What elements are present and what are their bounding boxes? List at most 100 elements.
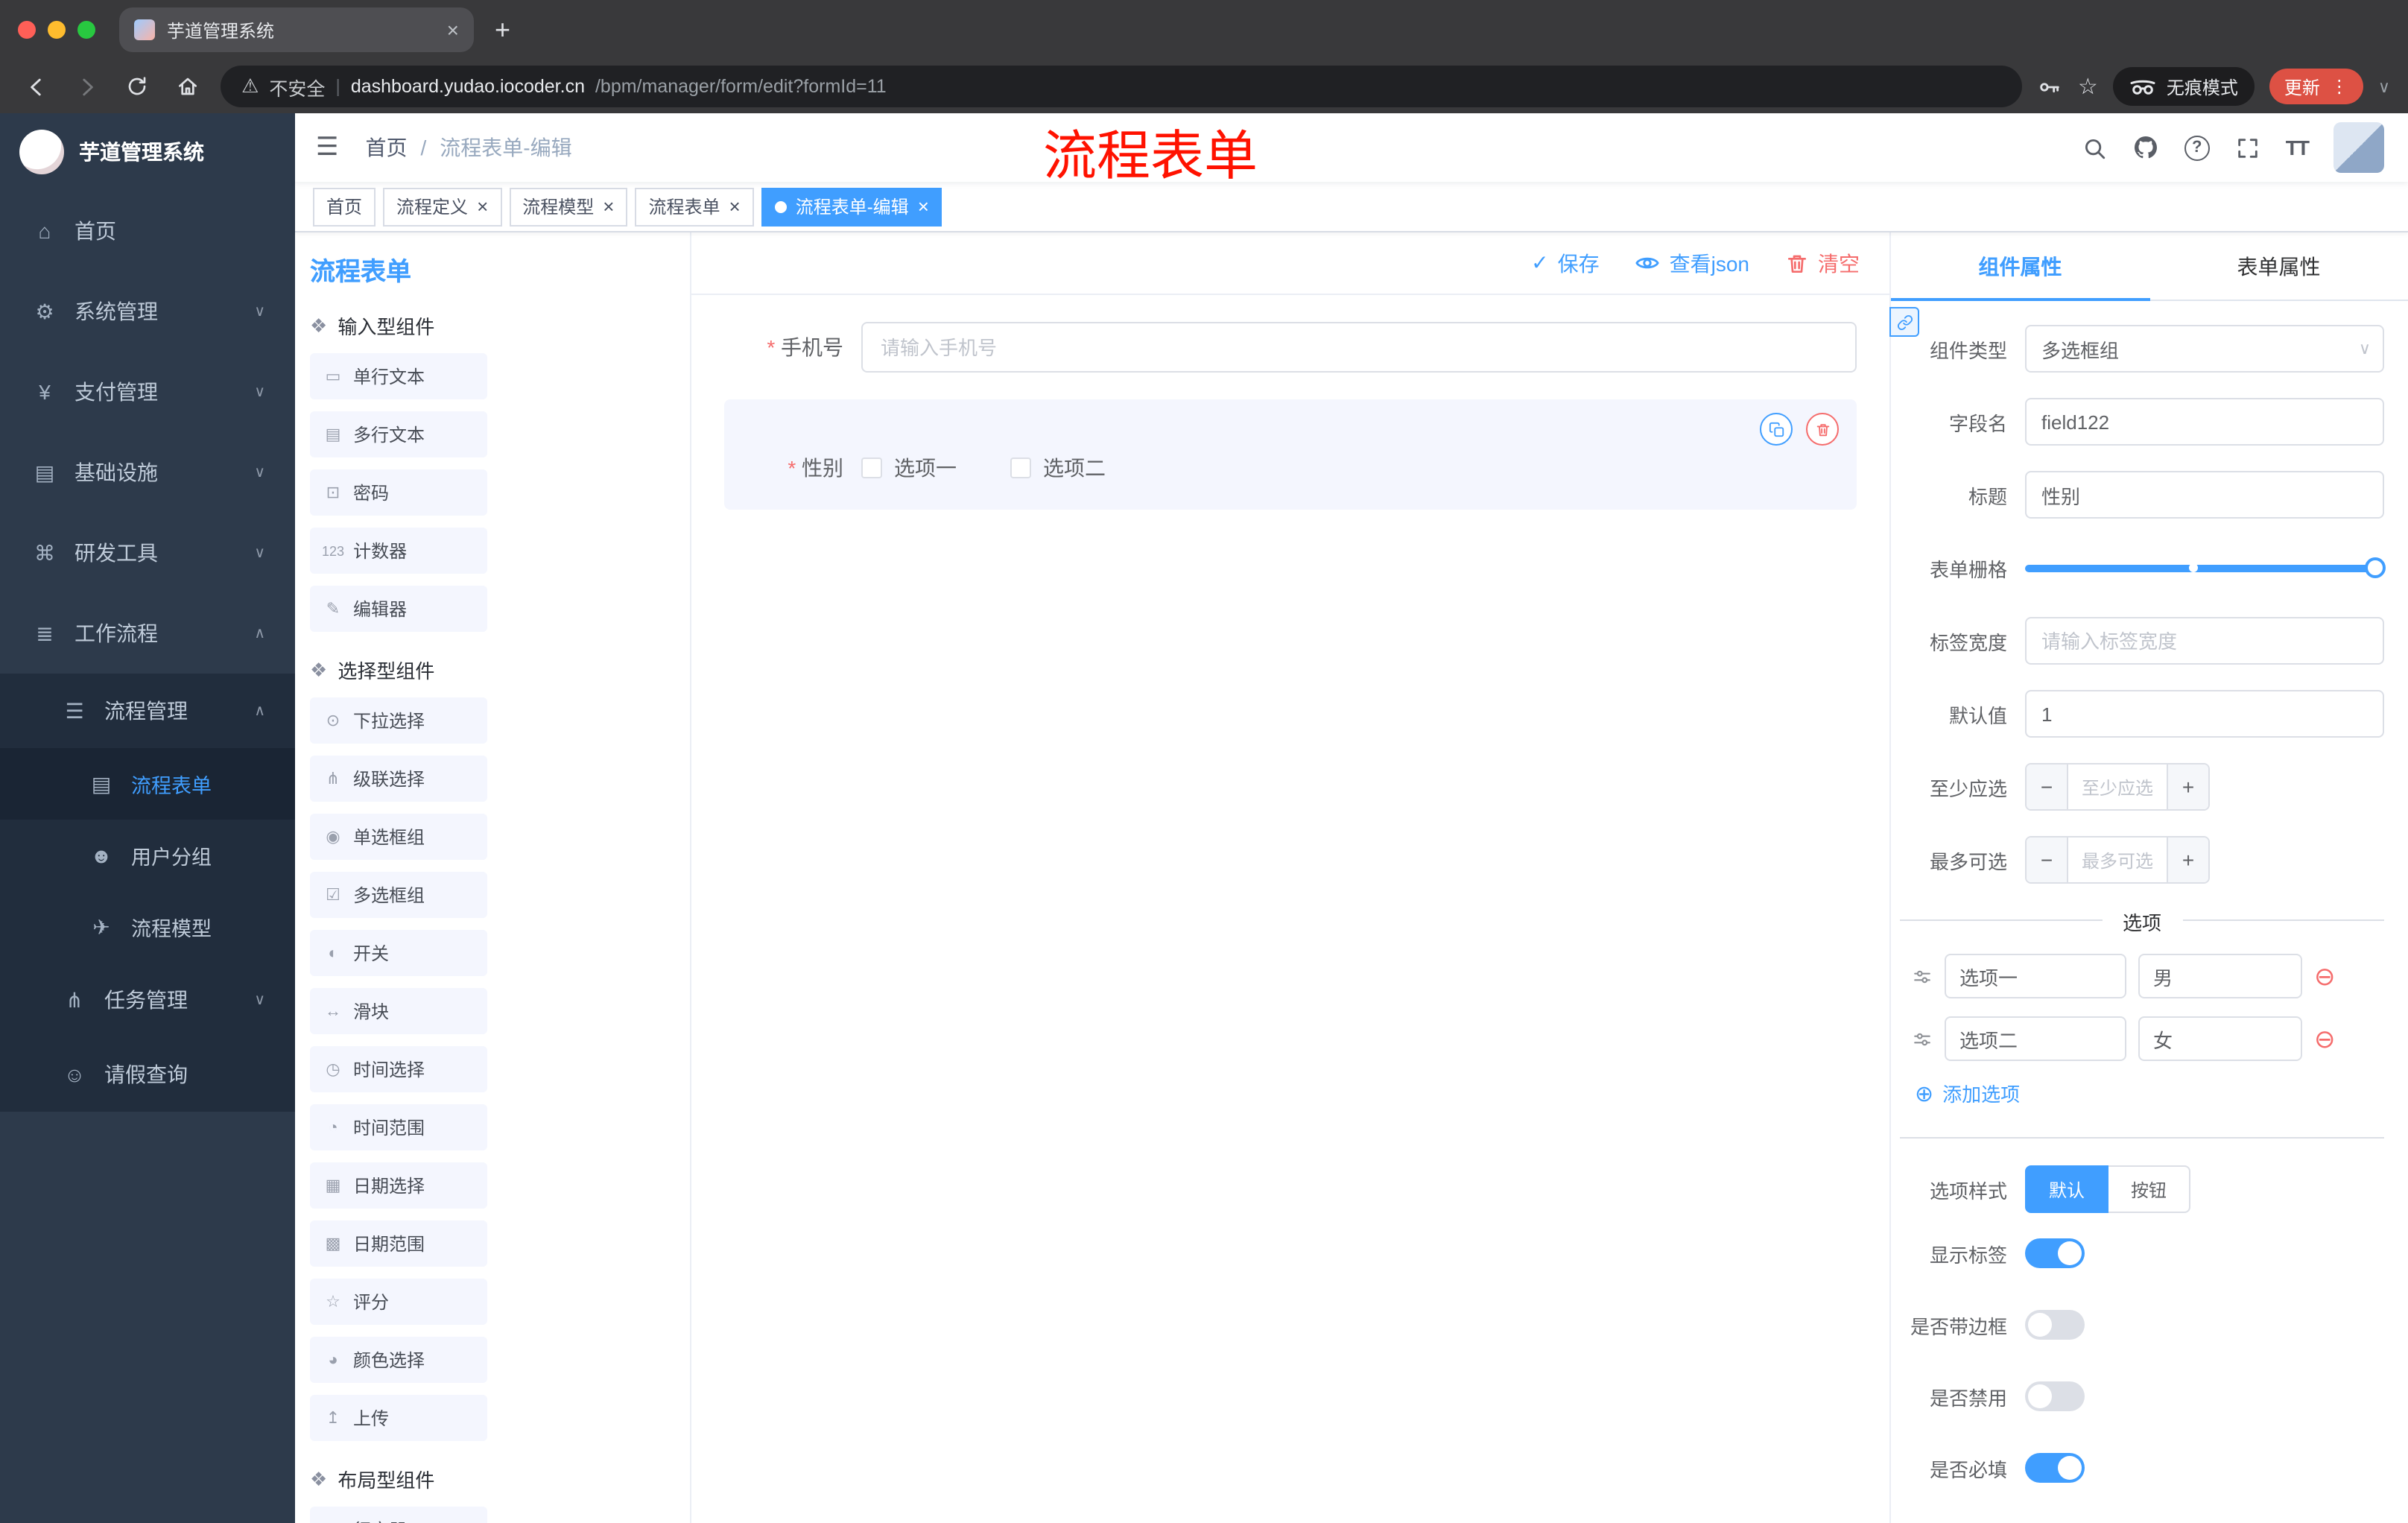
sidebar-item-infrastructure[interactable]: ▤ 基础设施 ∨ [0, 432, 295, 513]
close-icon[interactable]: × [603, 197, 614, 216]
remove-option-button[interactable]: ⊖ [2314, 963, 2336, 989]
component-type-select[interactable]: ∨ [2025, 325, 2384, 373]
component-chip-password[interactable]: ⊡ 密码 [310, 469, 487, 516]
option-style-default-button[interactable]: 默认 [2025, 1165, 2109, 1213]
form-grid-slider[interactable] [2025, 544, 2386, 592]
link-icon[interactable] [1889, 307, 1919, 337]
address-bar[interactable]: ⚠ 不安全 | dashboard.yudao.iocoder.cn /bpm/… [221, 66, 2023, 107]
option-label-input[interactable] [1945, 1016, 2126, 1061]
component-chip-upload[interactable]: ↥ 上传 [310, 1395, 487, 1441]
disabled-switch[interactable] [2025, 1381, 2085, 1411]
required-switch[interactable] [2025, 1453, 2085, 1483]
bookmark-star-button[interactable]: ☆ [2078, 73, 2098, 100]
add-option-button[interactable]: ⊕ 添加选项 [1900, 1079, 2384, 1107]
show-label-switch[interactable] [2025, 1238, 2085, 1268]
tag-home[interactable]: 首页 [313, 187, 376, 226]
save-button[interactable]: ✓ 保存 [1531, 248, 1599, 278]
title-input[interactable] [2025, 471, 2384, 519]
decrease-button[interactable]: − [2027, 838, 2068, 882]
sidebar-item-system[interactable]: ⚙ 系统管理 ∨ [0, 271, 295, 352]
component-chip-date-picker[interactable]: ▦ 日期选择 [310, 1162, 487, 1209]
copy-widget-button[interactable] [1760, 413, 1793, 446]
component-chip-textarea[interactable]: ▤ 多行文本 [310, 411, 487, 457]
font-size-button[interactable]: TT [2286, 136, 2310, 159]
component-chip-radio-group[interactable]: ◉ 单选框组 [310, 814, 487, 860]
component-type-value[interactable] [2025, 325, 2384, 373]
component-chip-color-picker[interactable]: ◕ 颜色选择 [310, 1337, 487, 1383]
tag-process-definition[interactable]: 流程定义 × [383, 187, 502, 226]
drag-handle-icon[interactable] [1912, 966, 1933, 986]
component-chip-switch[interactable]: ◐ 开关 [310, 930, 487, 976]
component-chip-row-container[interactable]: ▥行容器 [310, 1507, 487, 1523]
component-chip-time-picker[interactable]: ◷ 时间选择 [310, 1046, 487, 1092]
increase-button[interactable]: + [2167, 838, 2208, 882]
decrease-button[interactable]: − [2027, 764, 2068, 809]
github-button[interactable] [2132, 134, 2159, 161]
clear-button[interactable]: 清空 [1785, 248, 1860, 278]
search-button[interactable] [2082, 135, 2107, 160]
drag-handle-icon[interactable] [1912, 1029, 1933, 1048]
browser-tab[interactable]: 芋道管理系统 × [119, 7, 474, 52]
sidebar-item-devtools[interactable]: ⌘ 研发工具 ∨ [0, 513, 295, 593]
increase-button[interactable]: + [2167, 764, 2208, 809]
phone-input[interactable] [861, 322, 1857, 373]
fullscreen-button[interactable] [2235, 135, 2260, 160]
default-value-input[interactable] [2025, 690, 2384, 738]
minimize-window-button[interactable] [48, 21, 66, 39]
sidebar-item-user-group[interactable]: ☻ 用户分组 [0, 820, 295, 891]
sidebar-item-process-model[interactable]: ✈ 流程模型 [0, 891, 295, 963]
home-button[interactable] [170, 75, 206, 98]
tag-process-model[interactable]: 流程模型 × [509, 187, 628, 226]
reload-button[interactable] [119, 75, 155, 98]
help-button[interactable]: ? [2184, 135, 2210, 160]
password-key-button[interactable] [2038, 74, 2063, 99]
sidebar-item-task-management[interactable]: ⋔ 任务管理 ∨ [0, 963, 295, 1037]
browser-update-button[interactable]: 更新 ⋮ [2269, 69, 2363, 104]
maximize-window-button[interactable] [77, 21, 95, 39]
component-chip-single-text[interactable]: ▭ 单行文本 [310, 353, 487, 399]
back-button[interactable] [18, 74, 54, 99]
slider-handle[interactable] [2365, 557, 2386, 578]
sidebar-item-payment[interactable]: ¥ 支付管理 ∨ [0, 352, 295, 432]
sidebar-item-process-management[interactable]: ☰ 流程管理 ∧ [0, 674, 295, 748]
delete-widget-button[interactable] [1806, 413, 1839, 446]
option-label-input[interactable] [1945, 954, 2126, 998]
border-switch[interactable] [2025, 1310, 2085, 1340]
option-value-input[interactable] [2138, 954, 2302, 998]
browser-menu-dots-icon[interactable]: ⋮ [2331, 76, 2348, 97]
remove-option-button[interactable]: ⊖ [2314, 1026, 2336, 1051]
tag-process-form-edit[interactable]: 流程表单-编辑 × [761, 187, 942, 226]
max-select-placeholder[interactable]: 最多可选 [2068, 838, 2167, 882]
component-chip-editor[interactable]: ✎ 编辑器 [310, 586, 487, 632]
sidebar-item-process-form[interactable]: ▤ 流程表单 [0, 748, 295, 820]
toolbar-chevron-down-icon[interactable]: ∨ [2378, 77, 2390, 96]
sidebar-item-home[interactable]: ⌂ 首页 [0, 191, 295, 271]
component-chip-checkbox-group[interactable]: ☑ 多选框组 [310, 872, 487, 918]
slider-track[interactable] [2025, 557, 2386, 578]
option-style-button-button[interactable]: 按钮 [2108, 1165, 2191, 1213]
gender-widget-selected[interactable]: 性别 选项一 选项二 [724, 399, 1857, 510]
tab-form-props[interactable]: 表单属性 [2149, 232, 2408, 300]
user-avatar[interactable] [2333, 122, 2384, 173]
sidebar-toggle-button[interactable]: ☰ [316, 133, 339, 162]
forward-button[interactable] [69, 74, 104, 99]
tag-process-form[interactable]: 流程表单 × [635, 187, 754, 226]
view-json-button[interactable]: 查看json [1635, 248, 1749, 278]
component-chip-slider[interactable]: ↔ 滑块 [310, 988, 487, 1034]
close-icon[interactable]: × [477, 197, 488, 216]
component-chip-time-range[interactable]: ◔ 时间范围 [310, 1104, 487, 1150]
new-tab-button[interactable]: + [495, 14, 510, 45]
breadcrumb-home[interactable]: 首页 [366, 133, 408, 162]
close-window-button[interactable] [18, 21, 36, 39]
gender-option-2-checkbox[interactable]: 选项二 [1010, 453, 1106, 483]
tab-component-props[interactable]: 组件属性 [1891, 232, 2149, 301]
component-chip-select[interactable]: ⊙ 下拉选择 [310, 697, 487, 744]
component-chip-rate[interactable]: ☆ 评分 [310, 1279, 487, 1325]
component-chip-date-range[interactable]: ▩ 日期范围 [310, 1220, 487, 1267]
gender-option-1-checkbox[interactable]: 选项一 [861, 453, 957, 483]
sidebar-item-workflow[interactable]: ≣ 工作流程 ∧ [0, 593, 295, 674]
min-select-placeholder[interactable]: 至少应选 [2068, 764, 2167, 809]
tab-close-icon[interactable]: × [447, 18, 459, 42]
close-icon[interactable]: × [918, 197, 929, 216]
sidebar-item-leave-query[interactable]: ☺ 请假查询 [0, 1037, 295, 1112]
